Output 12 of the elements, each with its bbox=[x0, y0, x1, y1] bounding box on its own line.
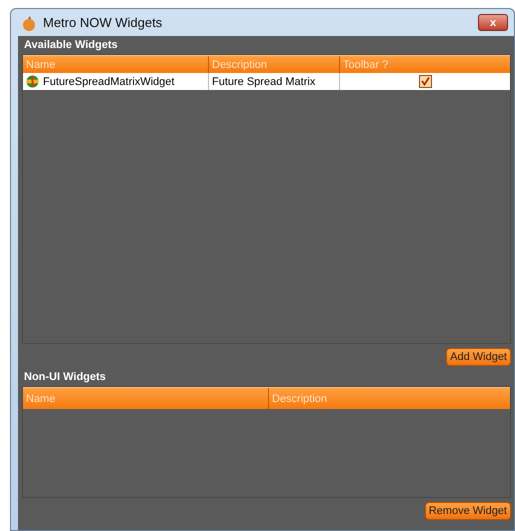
add-widget-button[interactable]: Add Widget bbox=[446, 348, 511, 366]
checkbox[interactable] bbox=[418, 75, 432, 88]
close-button[interactable]: x bbox=[478, 14, 508, 31]
column-header[interactable]: Name bbox=[23, 56, 208, 73]
widget-name: FutureSpreadMatrixWidget bbox=[43, 76, 174, 88]
section-title: Available Widgets bbox=[23, 38, 119, 53]
remove-widget-button[interactable]: Remove Widget bbox=[424, 502, 511, 520]
section-title: Non-UI Widgets bbox=[23, 370, 107, 385]
window-title: Metro NOW Widgets bbox=[43, 15, 164, 30]
column-header[interactable]: Name bbox=[23, 388, 268, 409]
app-logo-icon bbox=[21, 14, 37, 30]
widget-icon bbox=[26, 75, 39, 88]
